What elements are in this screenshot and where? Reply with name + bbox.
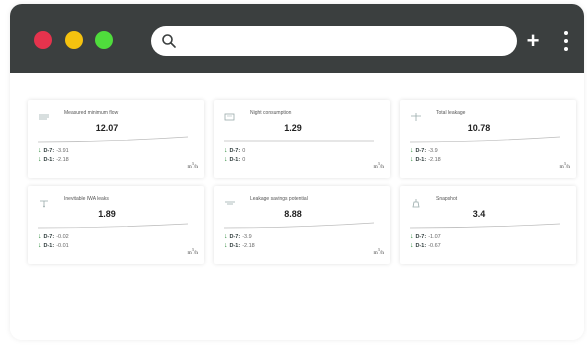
delta-row-d7: ↓ D-7: 0 (224, 147, 245, 154)
trend-line (38, 223, 188, 229)
delta-row-d7: ↓ D-7: -3.9 (410, 147, 438, 154)
delta-row-d1: ↓ D-1: -0.01 (38, 242, 69, 249)
delta-value: 0 (242, 157, 246, 163)
unit-label: m3/h (187, 247, 198, 256)
delta-label: D-7: (415, 234, 427, 240)
maximize-window-button[interactable] (95, 31, 113, 49)
delta-row-d7: ↓ D-7: -3.91 (38, 147, 69, 154)
trend-line (224, 140, 374, 142)
arrow-down-icon: ↓ (410, 147, 414, 154)
delta-value: -0.67 (428, 243, 441, 249)
card-title: Total leakage (436, 110, 466, 116)
delta-label: D-7: (229, 234, 241, 240)
arrow-down-icon: ↓ (38, 147, 42, 154)
arrow-down-icon: ↓ (410, 242, 414, 249)
card-value: 1.29 (284, 123, 302, 133)
delta-value: 0 (242, 148, 246, 154)
minimize-window-button[interactable] (65, 31, 83, 49)
unit-label: m3/h (559, 161, 570, 170)
droplet-leak-icon (40, 200, 48, 208)
leak-pipe-icon (411, 113, 421, 121)
trend-line (410, 223, 560, 229)
delta-label: D-1: (229, 157, 241, 163)
savings-icon (225, 201, 235, 205)
delta-label: D-1: (43, 157, 55, 163)
delta-label: D-1: (43, 243, 55, 249)
kpi-card-night-consumption[interactable]: Night consumption 1.29 ↓ D-7: 0 ↓ D-1: 0 m3/… (214, 100, 390, 178)
unit-label: m3/h (373, 161, 384, 170)
delta-value: -1.07 (428, 234, 441, 240)
delta-label: D-1: (415, 243, 427, 249)
card-value: 8.88 (284, 209, 302, 219)
delta-label: D-1: (229, 243, 241, 249)
card-title: Night consumption (250, 110, 292, 116)
delta-row-d1: ↓ D-1: -0.67 (410, 242, 441, 249)
delta-row-d7: ↓ D-7: -1.07 (410, 233, 441, 240)
arrow-down-icon: ↓ (224, 147, 228, 154)
moon-consumption-icon (224, 113, 235, 121)
delta-row-d1: ↓ D-1: -2.18 (410, 156, 441, 163)
kpi-card-measured-minimum-flow[interactable]: Measured minimum flow 12.07 ↓ D-7: -3.91 ↓… (28, 100, 204, 178)
card-title: Leakage savings potential (250, 196, 308, 202)
kebab-menu-icon[interactable] (559, 26, 573, 56)
unit-label: m3/h (373, 247, 384, 256)
card-value: 10.78 (467, 123, 491, 133)
arrow-down-icon: ↓ (224, 242, 228, 249)
arrow-down-icon: ↓ (224, 156, 228, 163)
delta-value: -2.18 (56, 157, 69, 163)
unit-label: m3/h (187, 161, 198, 170)
kpi-card-total-leakage[interactable]: Total leakage 10.78 ↓ D-7: -3.9 ↓ D-1: -2.18… (400, 100, 576, 178)
delta-label: D-7: (43, 148, 55, 154)
delta-label: D-1: (415, 157, 427, 163)
trend-line (410, 136, 560, 143)
browser-window: + Measured minimum flow 12.07 ↓ D-7: -3.91… (10, 4, 584, 340)
close-window-button[interactable] (34, 31, 52, 49)
delta-row-d1: ↓ D-1: -2.18 (38, 156, 69, 163)
card-value: 12.07 (95, 123, 119, 133)
delta-row-d7: ↓ D-7: -3.9 (224, 233, 252, 240)
kpi-card-leakage-savings-potential[interactable]: Leakage savings potential 8.88 ↓ D-7: -3.9… (214, 186, 390, 264)
arrow-down-icon: ↓ (410, 233, 414, 240)
arrow-down-icon: ↓ (38, 233, 42, 240)
trend-line (38, 136, 188, 143)
kpi-card-snapshot[interactable]: Snapshot 3.4 ↓ D-7: -1.07 ↓ D-1: -0.67 (400, 186, 576, 264)
search-bar[interactable] (151, 26, 517, 56)
delta-label: D-7: (415, 148, 427, 154)
kpi-card-inevitable-iwa-leaks[interactable]: Inevitable IWA leaks 1.89 ↓ D-7: -0.02 ↓ D-… (28, 186, 204, 264)
delta-value: -3.91 (56, 148, 69, 154)
delta-row-d7: ↓ D-7: -0.02 (38, 233, 69, 240)
delta-value: -2.18 (428, 157, 441, 163)
arrow-down-icon: ↓ (410, 156, 414, 163)
flow-meter-icon (39, 114, 49, 120)
card-title: Inevitable IWA leaks (64, 196, 109, 202)
delta-value: -2.18 (242, 243, 255, 249)
arrow-down-icon: ↓ (38, 242, 42, 249)
trend-line (224, 222, 374, 229)
delta-label: D-7: (229, 148, 241, 154)
card-value: 3.4 (472, 209, 486, 219)
delta-row-d1: ↓ D-1: -2.18 (224, 242, 255, 249)
search-input[interactable] (185, 31, 509, 53)
card-value: 1.89 (98, 209, 116, 219)
arrow-down-icon: ↓ (38, 156, 42, 163)
new-tab-button[interactable]: + (521, 26, 545, 56)
delta-value: -3.9 (428, 148, 438, 154)
delta-row-d1: ↓ D-1: 0 (224, 156, 245, 163)
snapshot-icon (412, 199, 420, 208)
card-title: Snapshot (436, 196, 458, 202)
dashboard-content: Measured minimum flow 12.07 ↓ D-7: -3.91 ↓… (10, 73, 584, 340)
delta-value: -0.01 (56, 243, 69, 249)
title-bar: + (10, 4, 584, 73)
search-icon (162, 34, 176, 48)
card-title: Measured minimum flow (64, 110, 119, 116)
delta-value: -0.02 (56, 234, 69, 240)
delta-value: -3.9 (242, 234, 252, 240)
arrow-down-icon: ↓ (224, 233, 228, 240)
delta-label: D-7: (43, 234, 55, 240)
